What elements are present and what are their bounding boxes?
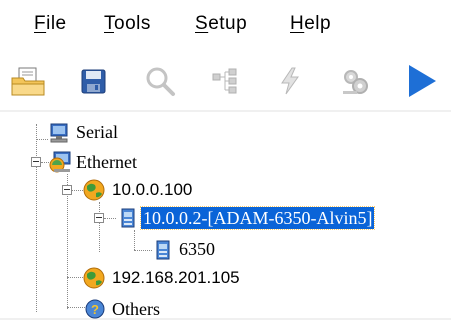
menu-help-label: elp — [304, 13, 332, 34]
ethernet-icon — [48, 150, 72, 174]
tree-line — [36, 139, 48, 140]
menu-help[interactable]: Help — [290, 13, 331, 35]
device1-collapse-toggle[interactable] — [94, 213, 104, 223]
tree-line — [67, 307, 85, 308]
globe-icon — [82, 178, 106, 202]
gears-icon — [343, 70, 368, 94]
tree-node-device-1[interactable]: 10.0.0.2-[ADAM-6350-Alvin5] — [139, 206, 376, 230]
host1-collapse-toggle[interactable] — [62, 185, 72, 195]
svg-text:?: ? — [91, 302, 99, 317]
menu-setup-label: etup — [208, 13, 248, 34]
open-icon — [11, 67, 45, 96]
tree-node-serial[interactable]: Serial — [76, 121, 118, 143]
menu-tools[interactable]: Tools — [104, 13, 151, 35]
menu-file-mnemonic: F — [34, 13, 47, 34]
tree-node-ethernet[interactable]: Ethernet — [76, 151, 137, 173]
network-tree-icon — [212, 68, 237, 94]
tree-node-host-2[interactable]: 192.168.201.105 — [112, 267, 240, 289]
search-button[interactable] — [140, 61, 180, 101]
menu-tools-mnemonic: T — [104, 13, 114, 34]
run-icon — [409, 65, 436, 97]
tree-node-others[interactable]: Others — [112, 298, 160, 320]
menu-setup-mnemonic: S — [195, 13, 209, 34]
menu-setup[interactable]: Setup — [195, 13, 247, 35]
device-tree: Serial Ethernet 10.0.0.100 10.0.0.2-[ADA… — [0, 112, 451, 320]
question-globe-icon: ? — [84, 298, 106, 320]
tree-line — [99, 202, 100, 252]
adam-module-icon — [117, 207, 139, 229]
save-icon — [81, 69, 106, 94]
lightning-button[interactable] — [270, 61, 310, 101]
ethernet-collapse-toggle[interactable] — [31, 157, 41, 167]
search-icon — [146, 67, 175, 96]
globe-icon — [82, 266, 106, 290]
gears-button[interactable] — [335, 61, 375, 101]
toolbar — [0, 48, 451, 110]
lightning-icon — [281, 67, 299, 95]
menu-tools-label: ools — [114, 13, 151, 34]
tree-node-module-6350[interactable]: 6350 — [179, 238, 215, 260]
tree-line — [134, 230, 135, 250]
tree-node-host-1[interactable]: 10.0.0.100 — [112, 179, 192, 201]
menu-help-mnemonic: H — [290, 13, 305, 34]
tree-line — [67, 277, 83, 278]
tree-line — [134, 250, 152, 251]
run-button[interactable] — [400, 61, 440, 101]
network-tree-button[interactable] — [205, 61, 245, 101]
open-button[interactable] — [8, 61, 48, 101]
tree-line — [36, 167, 37, 312]
serial-port-icon — [48, 122, 70, 144]
save-button[interactable] — [73, 61, 113, 101]
tree-line — [104, 218, 116, 219]
adam-module-icon — [152, 239, 174, 261]
menu-bar: File Tools Setup Help — [0, 0, 451, 48]
menu-file[interactable]: File — [34, 13, 67, 35]
menu-file-label: ile — [46, 13, 67, 34]
